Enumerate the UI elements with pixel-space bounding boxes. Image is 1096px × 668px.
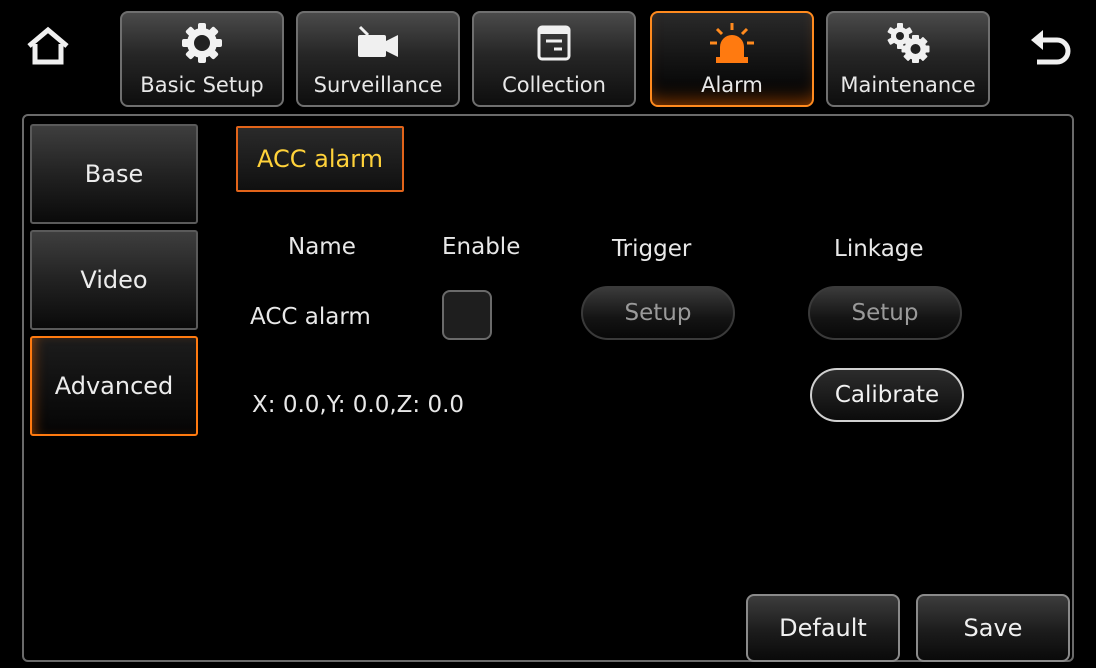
video-camera-icon bbox=[358, 25, 398, 57]
button-label: Calibrate bbox=[834, 382, 940, 408]
tab-label: Alarm bbox=[701, 73, 763, 97]
column-header-name: Name bbox=[288, 234, 356, 260]
sidebar-item-label: Advanced bbox=[54, 372, 174, 400]
subtab-acc-alarm[interactable]: ACC alarm bbox=[236, 126, 404, 192]
tab-alarm[interactable]: Alarm bbox=[650, 11, 814, 107]
tab-label: Maintenance bbox=[840, 73, 976, 97]
button-label: Default bbox=[779, 614, 867, 642]
top-navigation-bar: Basic Setup Surveillance Collection Alar… bbox=[0, 0, 1096, 112]
sidebar-item-label: Base bbox=[84, 160, 144, 188]
gears-icon bbox=[887, 23, 930, 63]
tab-collection[interactable]: Collection bbox=[472, 11, 636, 107]
enable-checkbox[interactable] bbox=[442, 290, 492, 340]
document-icon bbox=[537, 25, 571, 61]
home-icon bbox=[27, 26, 69, 65]
tab-label: Surveillance bbox=[313, 73, 443, 97]
tab-label: Basic Setup bbox=[140, 73, 264, 97]
gsensor-coordinates: X: 0.0,Y: 0.0,Z: 0.0 bbox=[252, 392, 465, 418]
tab-label: Collection bbox=[502, 73, 606, 97]
sidebar-item-label: Video bbox=[80, 266, 148, 294]
siren-icon bbox=[710, 23, 754, 63]
linkage-setup-button[interactable]: Setup bbox=[808, 286, 962, 340]
home-button[interactable] bbox=[20, 18, 76, 74]
trigger-setup-button[interactable]: Setup bbox=[581, 286, 735, 340]
tab-basic-setup[interactable]: Basic Setup bbox=[120, 11, 284, 107]
column-header-linkage: Linkage bbox=[834, 236, 924, 262]
tab-surveillance[interactable]: Surveillance bbox=[296, 11, 460, 107]
button-label: Setup bbox=[624, 300, 692, 326]
calibrate-button[interactable]: Calibrate bbox=[810, 368, 964, 422]
back-button[interactable] bbox=[1022, 18, 1078, 74]
sidebar-item-video[interactable]: Video bbox=[30, 230, 198, 330]
alarm-name-label: ACC alarm bbox=[250, 304, 371, 330]
column-header-trigger: Trigger bbox=[612, 236, 692, 262]
button-label: Setup bbox=[851, 300, 919, 326]
subtab-label: ACC alarm bbox=[256, 145, 384, 173]
default-button[interactable]: Default bbox=[746, 594, 900, 662]
back-arrow-icon bbox=[1031, 30, 1071, 65]
tab-maintenance[interactable]: Maintenance bbox=[826, 11, 990, 107]
sidebar-item-base[interactable]: Base bbox=[30, 124, 198, 224]
settings-panel: Base Video Advanced ACC alarm Name Enabl… bbox=[22, 114, 1074, 662]
column-header-enable: Enable bbox=[442, 234, 521, 260]
button-label: Save bbox=[963, 614, 1023, 642]
sidebar-item-advanced[interactable]: Advanced bbox=[30, 336, 198, 436]
gear-icon bbox=[182, 23, 222, 63]
save-button[interactable]: Save bbox=[916, 594, 1070, 662]
